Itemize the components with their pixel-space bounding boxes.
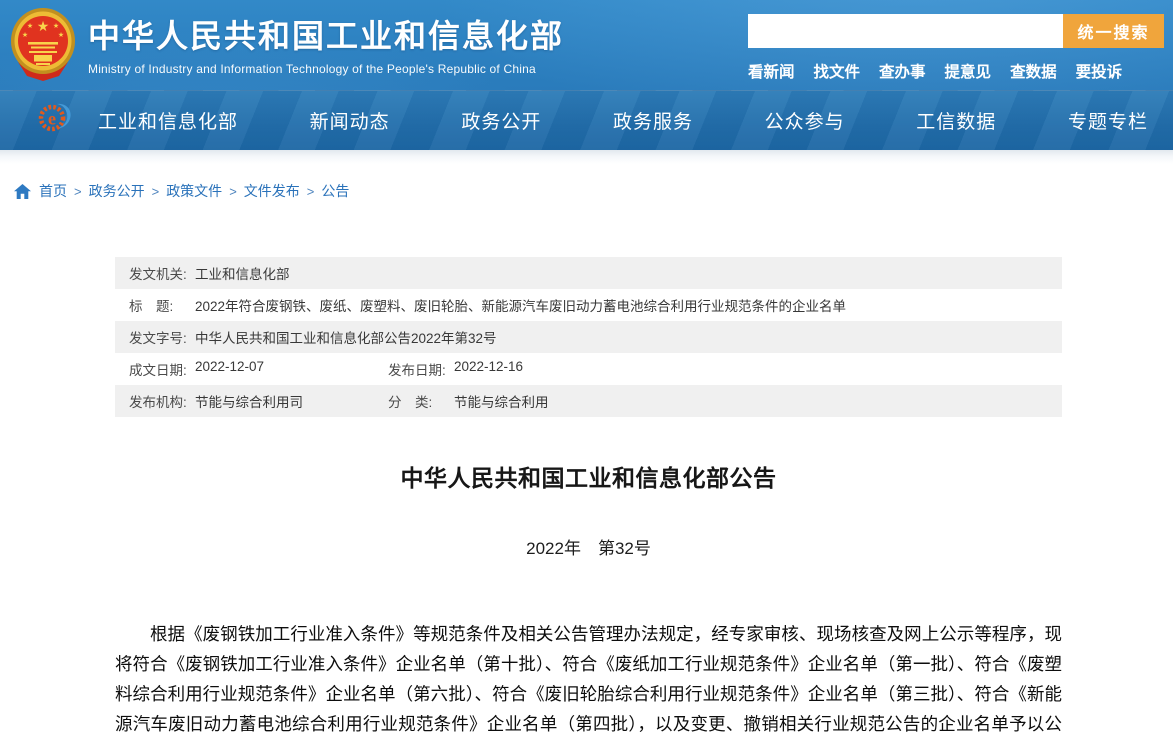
meta-label: 标 题: xyxy=(129,295,195,315)
announcement-paragraph: 根据《废钢铁加工行业准入条件》等规范条件及相关公告管理办法规定，经专家审核、现场… xyxy=(115,619,1062,743)
quick-link-data[interactable]: 查数据 xyxy=(1010,60,1057,82)
site-title-en: Ministry of Industry and Information Tec… xyxy=(88,62,564,76)
meta-value: 中华人民共和国工业和信息化部公告2022年第32号 xyxy=(195,327,497,347)
quick-links: 看新闻 找文件 查办事 提意见 查数据 要投诉 xyxy=(748,60,1164,82)
meta-label: 发布日期: xyxy=(388,359,454,379)
miit-e-logo-icon: e xyxy=(36,100,74,141)
announcement-issue-number: 2022年 第32号 xyxy=(115,534,1062,559)
svg-text:★: ★ xyxy=(37,18,50,34)
nav-item-news[interactable]: 新闻动态 xyxy=(310,107,390,134)
breadcrumb-policy-files[interactable]: 政策文件 xyxy=(166,181,222,201)
header-shadow-band xyxy=(0,150,1173,164)
breadcrumb-separator: > xyxy=(74,184,82,199)
meta-row-publisher-category: 发布机构: 节能与综合利用司 分 类: 节能与综合利用 xyxy=(115,385,1062,417)
meta-row-dates: 成文日期: 2022-12-07 发布日期: 2022-12-16 xyxy=(115,353,1062,385)
meta-label: 成文日期: xyxy=(129,359,195,379)
breadcrumb-home[interactable]: 首页 xyxy=(39,181,67,201)
svg-text:★: ★ xyxy=(27,22,33,30)
search-input[interactable] xyxy=(748,14,1063,48)
breadcrumb-announcement[interactable]: 公告 xyxy=(321,181,349,201)
nav-item-topics[interactable]: 专题专栏 xyxy=(1068,107,1148,134)
meta-label: 发布机构: xyxy=(129,391,195,411)
national-emblem-icon: ★ ★ ★ ★ ★ xyxy=(10,6,76,87)
nav-item-miit[interactable]: 工业和信息化部 xyxy=(98,107,238,134)
meta-label: 发文机关: xyxy=(129,263,195,283)
quick-link-complaint[interactable]: 要投诉 xyxy=(1076,60,1123,82)
breadcrumb-separator: > xyxy=(307,184,315,199)
announcement-title: 中华人民共和国工业和信息化部公告 xyxy=(115,459,1062,493)
meta-label: 发文字号: xyxy=(129,327,195,347)
quick-link-news[interactable]: 看新闻 xyxy=(748,60,795,82)
meta-value-publisher: 节能与综合利用司 xyxy=(195,391,303,411)
svg-text:★: ★ xyxy=(22,31,28,39)
document-content: 发文机关: 工业和信息化部 标 题: 2022年符合废钢铁、废纸、废塑料、废旧轮… xyxy=(115,257,1062,743)
nav-item-gov-open[interactable]: 政务公开 xyxy=(461,107,541,134)
unified-search-button[interactable]: 统一搜索 xyxy=(1063,14,1164,48)
site-title[interactable]: 中华人民共和国工业和信息化部 Ministry of Industry and … xyxy=(88,11,564,76)
nav-item-data[interactable]: 工信数据 xyxy=(916,107,996,134)
search-area: 统一搜索 看新闻 找文件 查办事 提意见 查数据 要投诉 xyxy=(748,14,1164,82)
home-icon[interactable] xyxy=(14,184,31,199)
quick-link-files[interactable]: 找文件 xyxy=(814,60,861,82)
main-nav: e 工业和信息化部 新闻动态 政务公开 政务服务 公众参与 工信数据 专题专栏 xyxy=(0,90,1173,150)
breadcrumb-file-release[interactable]: 文件发布 xyxy=(244,181,300,201)
nav-item-gov-service[interactable]: 政务服务 xyxy=(613,107,693,134)
breadcrumb-separator: > xyxy=(229,184,237,199)
meta-value: 工业和信息化部 xyxy=(195,263,290,283)
site-header: ★ ★ ★ ★ ★ 中华人民共和国工业和信息化部 Ministry of Ind… xyxy=(0,0,1173,150)
svg-text:★: ★ xyxy=(58,31,64,39)
meta-value: 2022年符合废钢铁、废纸、废塑料、废旧轮胎、新能源汽车废旧动力蓄电池综合利用行… xyxy=(195,295,846,315)
nav-items: 工业和信息化部 新闻动态 政务公开 政务服务 公众参与 工信数据 专题专栏 xyxy=(74,107,1173,134)
meta-row-title: 标 题: 2022年符合废钢铁、废纸、废塑料、废旧轮胎、新能源汽车废旧动力蓄电池… xyxy=(115,289,1062,321)
breadcrumb-gov-open[interactable]: 政务公开 xyxy=(89,181,145,201)
quick-link-feedback[interactable]: 提意见 xyxy=(945,60,992,82)
meta-value-publish-date: 2022-12-16 xyxy=(454,359,523,379)
meta-value-category: 节能与综合利用 xyxy=(454,391,549,411)
svg-text:e: e xyxy=(48,109,56,129)
document-meta-table: 发文机关: 工业和信息化部 标 题: 2022年符合废钢铁、废纸、废塑料、废旧轮… xyxy=(115,257,1062,417)
site-title-zh[interactable]: 中华人民共和国工业和信息化部 xyxy=(88,11,564,57)
quick-link-services[interactable]: 查办事 xyxy=(879,60,926,82)
svg-text:★: ★ xyxy=(53,22,59,30)
meta-row-issuing-authority: 发文机关: 工业和信息化部 xyxy=(115,257,1062,289)
meta-row-document-number: 发文字号: 中华人民共和国工业和信息化部公告2022年第32号 xyxy=(115,321,1062,353)
breadcrumb: 首页 > 政务公开 > 政策文件 > 文件发布 > 公告 xyxy=(14,181,1173,201)
nav-item-participation[interactable]: 公众参与 xyxy=(765,107,845,134)
meta-value-written-date: 2022-12-07 xyxy=(195,359,264,379)
header-top: ★ ★ ★ ★ ★ 中华人民共和国工业和信息化部 Ministry of Ind… xyxy=(0,0,1173,90)
breadcrumb-separator: > xyxy=(152,184,160,199)
meta-label: 分 类: xyxy=(388,391,454,411)
